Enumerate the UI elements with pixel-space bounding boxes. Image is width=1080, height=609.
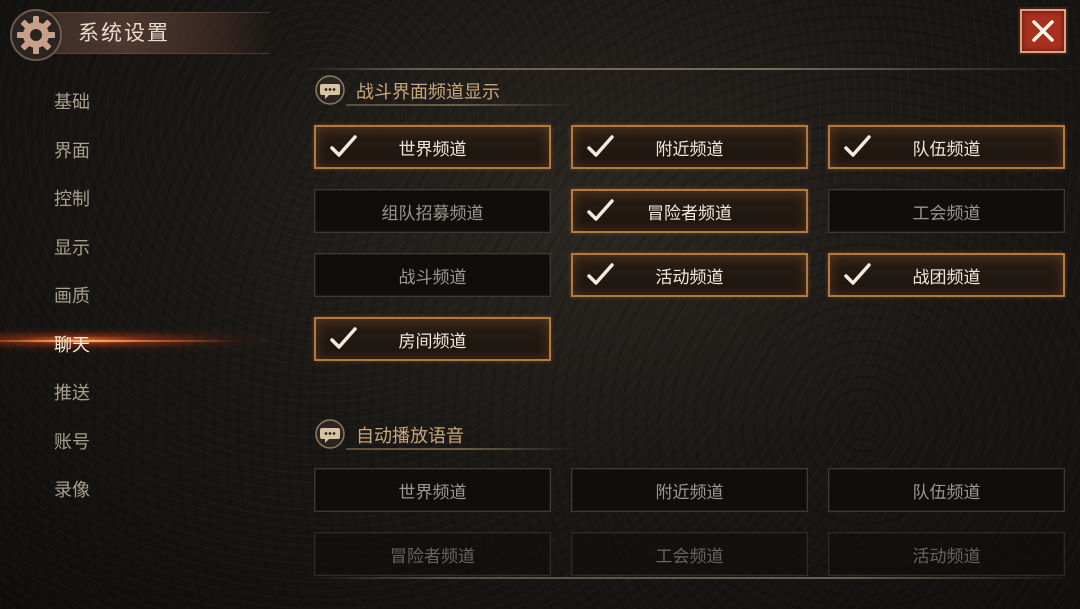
battle-option-combat[interactable]: 战斗频道 — [314, 253, 551, 297]
option-label: 冒险者频道 — [647, 203, 732, 224]
chat-bubble-icon — [315, 419, 345, 449]
option-label: 战团频道 — [912, 267, 981, 288]
sidebar-item-account[interactable]: 账号 — [54, 428, 90, 454]
checkmark-icon — [587, 199, 614, 221]
sidebar-item-quality[interactable]: 画质 — [54, 282, 90, 308]
battle-option-team[interactable]: 队伍频道 — [828, 125, 1065, 169]
option-label: 组队招募频道 — [381, 203, 484, 224]
voice-option-world[interactable]: 世界频道 — [314, 468, 551, 512]
option-label: 房间频道 — [398, 331, 467, 352]
option-label: 冒险者频道 — [390, 546, 475, 567]
checkmark-icon — [330, 135, 357, 157]
section-title: 自动播放语音 — [356, 426, 464, 447]
option-label: 工会频道 — [655, 546, 724, 567]
sidebar: 基础 界面 控制 显示 画质 聊天 推送 账号 录像 — [0, 70, 280, 590]
sidebar-item-replay[interactable]: 录像 — [54, 476, 90, 502]
voice-option-event[interactable]: 活动频道 — [828, 532, 1065, 576]
close-icon — [1032, 20, 1054, 42]
battle-option-legion[interactable]: 战团频道 — [828, 253, 1065, 297]
checkmark-icon — [330, 327, 357, 349]
section-title: 战斗界面频道显示 — [356, 82, 500, 103]
sidebar-item-control[interactable]: 控制 — [54, 185, 90, 211]
voice-option-team[interactable]: 队伍频道 — [828, 468, 1065, 512]
section-divider — [346, 448, 576, 450]
checkmark-icon — [844, 263, 871, 285]
top-divider — [300, 68, 1080, 70]
checkmark-icon — [587, 135, 614, 157]
battle-option-guild[interactable]: 工会频道 — [828, 189, 1065, 233]
battle-option-nearby[interactable]: 附近频道 — [571, 125, 808, 169]
checkmark-icon — [587, 263, 614, 285]
battle-option-room[interactable]: 房间频道 — [314, 317, 551, 361]
checkmark-icon — [844, 135, 871, 157]
voice-option-guild[interactable]: 工会频道 — [571, 532, 808, 576]
page-title: 系统设置 — [78, 21, 170, 45]
close-button[interactable] — [1020, 9, 1066, 53]
option-label: 活动频道 — [912, 546, 981, 567]
sidebar-item-interface[interactable]: 界面 — [54, 137, 90, 163]
battle-option-event[interactable]: 活动频道 — [571, 253, 808, 297]
option-label: 世界频道 — [398, 139, 467, 160]
voice-option-nearby[interactable]: 附近频道 — [571, 468, 808, 512]
sidebar-item-push[interactable]: 推送 — [54, 379, 90, 405]
option-label: 队伍频道 — [912, 482, 981, 503]
sidebar-item-chat[interactable]: 聊天 — [54, 331, 90, 357]
battle-option-world[interactable]: 世界频道 — [314, 125, 551, 169]
option-label: 附近频道 — [655, 482, 724, 503]
option-label: 工会频道 — [912, 203, 981, 224]
gear-icon — [10, 9, 62, 61]
option-label: 战斗频道 — [398, 267, 467, 288]
sidebar-item-basic[interactable]: 基础 — [54, 88, 90, 114]
option-label: 队伍频道 — [912, 139, 981, 160]
option-label: 附近频道 — [655, 139, 724, 160]
battle-option-adventurer[interactable]: 冒险者频道 — [571, 189, 808, 233]
bottom-divider — [300, 577, 1080, 579]
option-label: 世界频道 — [398, 482, 467, 503]
active-item-line — [0, 340, 240, 342]
option-label: 活动频道 — [655, 267, 724, 288]
header: 系统设置 — [0, 0, 1080, 70]
section-divider — [346, 104, 576, 106]
voice-option-adventurer[interactable]: 冒险者频道 — [314, 532, 551, 576]
sidebar-item-display[interactable]: 显示 — [54, 234, 90, 260]
chat-bubble-icon — [315, 75, 345, 105]
battle-option-recruit[interactable]: 组队招募频道 — [314, 189, 551, 233]
